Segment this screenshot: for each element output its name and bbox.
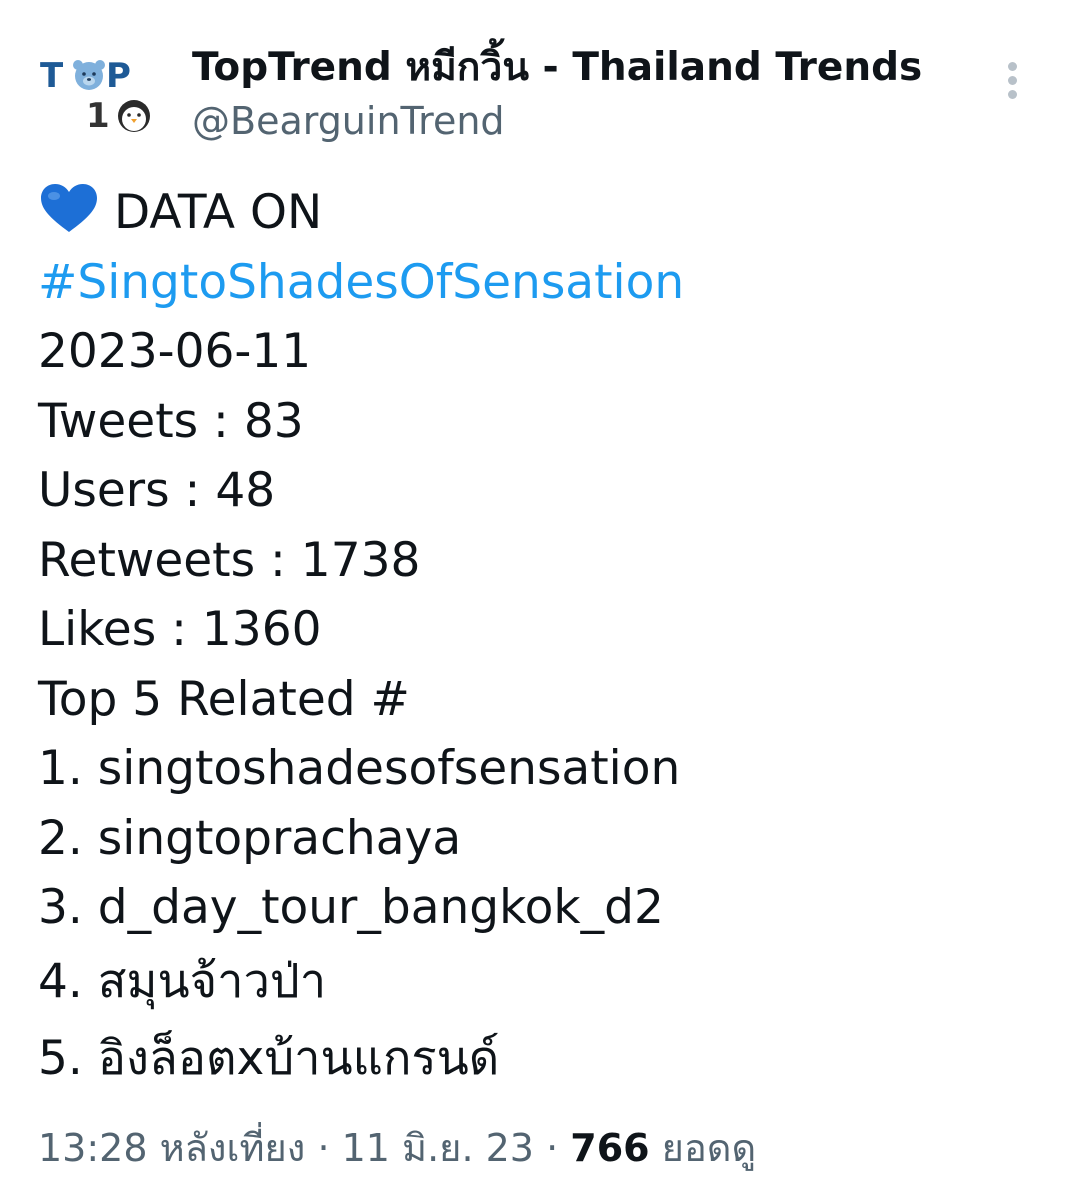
stat-tweets: Tweets : 83 (38, 393, 304, 449)
stat-retweets: Retweets : 1738 (38, 532, 421, 588)
views-label: ยอดดู (661, 1126, 757, 1170)
more-vertical-icon (1008, 62, 1017, 71)
blue-heart-icon (41, 184, 97, 232)
avatar-logo-number-one: 1 (86, 96, 110, 136)
tweet-text: DATA ON #SingtoShadesOfSensation 2023-06… (38, 178, 1038, 1097)
bear-face-icon (73, 60, 105, 90)
author-display-name[interactable]: TopTrend หมีกวิ้น - Thailand Trends (192, 42, 922, 94)
penguin-face-icon (118, 100, 150, 132)
more-vertical-icon (1008, 76, 1017, 85)
hashtag-line: #SingtoShadesOfSensation (38, 248, 1038, 318)
related-item: 1. singtoshadesofsensation (38, 741, 681, 796)
tweet-meta: 13:28 หลังเที่ยง · 11 มิ.ย. 23 · 766 ยอด… (38, 1120, 756, 1176)
related-item: 3. d_day_tour_bangkok_d2 (38, 880, 664, 935)
heading-line: DATA ON (38, 178, 1038, 248)
related-item: 2. singtoprachaya (38, 810, 462, 866)
post-time-link[interactable]: 13:28 หลังเที่ยง · 11 มิ.ย. 23 (38, 1126, 534, 1170)
hashtag-link[interactable]: #SingtoShadesOfSensation (38, 255, 684, 310)
views-count: 766 (570, 1126, 650, 1170)
avatar-logo-letter-p: P (106, 56, 131, 96)
avatar-logo-letter-t: T (40, 56, 64, 96)
post-time: 13:28 หลังเที่ยง (38, 1126, 306, 1170)
author-avatar[interactable]: T P 1 (36, 48, 156, 148)
more-vertical-icon (1008, 90, 1017, 99)
stat-likes: Likes : 1360 (38, 602, 322, 657)
more-options-button[interactable] (996, 58, 1032, 104)
related-heading: Top 5 Related # (38, 671, 410, 727)
related-item: 5. อิงล็อตxบ้านแกรนด์ (38, 1030, 500, 1086)
post-date-short: 11 มิ.ย. 23 (341, 1126, 534, 1170)
tweet: T P 1 TopTrend หมีกวิ้น - Thailand Trend… (0, 0, 1072, 1200)
related-item: 4. สมุนจ้าวป่า (38, 953, 327, 1009)
stat-users: Users : 48 (38, 463, 276, 518)
meta-separator: · (317, 1126, 330, 1170)
author-handle[interactable]: @BearguinTrend (192, 96, 505, 146)
meta-separator: · (546, 1126, 559, 1170)
post-heading: DATA ON (114, 185, 323, 240)
post-date: 2023-06-11 (38, 324, 312, 379)
